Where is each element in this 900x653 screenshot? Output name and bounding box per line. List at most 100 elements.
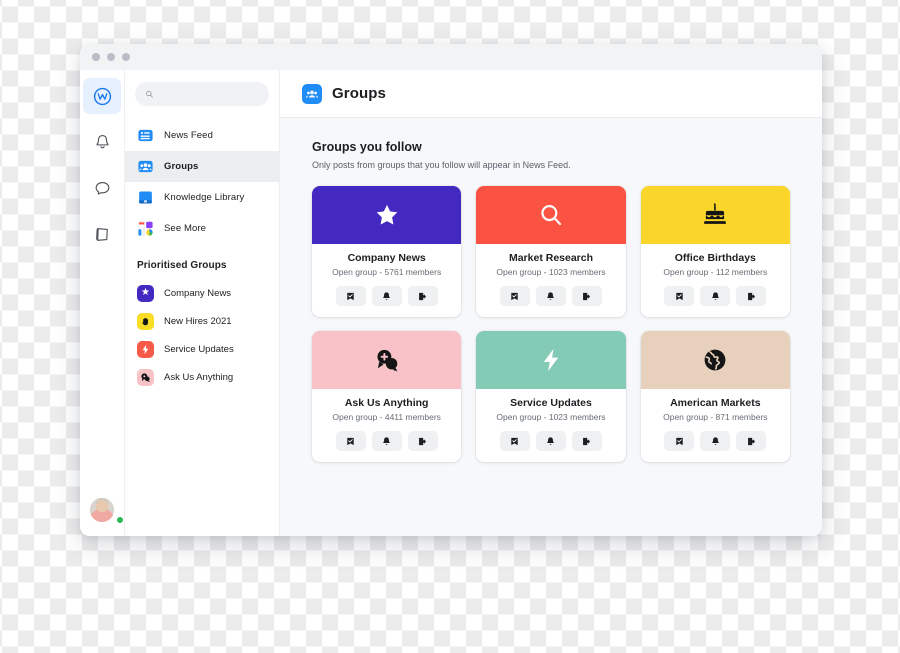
group-name: Ask Us Anything: [344, 397, 429, 409]
joined-icon[interactable]: [499, 286, 530, 306]
group-card-actions: [649, 286, 782, 306]
leave-group-icon[interactable]: [407, 431, 438, 451]
status-badge: [116, 516, 124, 524]
window-titlebar: [80, 44, 822, 70]
sidebar-item-label: See More: [164, 223, 206, 234]
rail-item-home[interactable]: [83, 78, 121, 114]
group-card-body: American Markets Open group - 871 member…: [641, 389, 790, 462]
avatar[interactable]: [90, 498, 114, 522]
groups-grid: Company News Open group - 5761 members M…: [312, 186, 790, 462]
news-feed-icon: [137, 127, 154, 144]
sidebar-item-see-more[interactable]: See More: [125, 213, 279, 244]
sidebar-item-knowledge-library[interactable]: Knowledge Library: [125, 182, 279, 213]
group-meta: Open group - 4411 members: [332, 412, 441, 422]
group-meta: Open group - 1023 members: [496, 412, 606, 422]
main-scroll-area: Groups you follow Only posts from groups…: [280, 118, 822, 536]
prioritised-group-label: New Hires 2021: [164, 315, 232, 327]
leave-group-icon[interactable]: [736, 286, 767, 306]
workplace-logo-icon: [93, 87, 111, 105]
group-card[interactable]: Market Research Open group - 1023 member…: [476, 186, 626, 317]
prioritised-group-service-updates[interactable]: Service Updates: [125, 335, 279, 363]
question-bubbles-icon: [137, 368, 154, 386]
group-cover: [312, 331, 462, 389]
bell-icon: [95, 134, 109, 148]
group-card[interactable]: American Markets Open group - 871 member…: [640, 331, 790, 462]
prioritised-group-label: Ask Us Anything: [164, 371, 234, 383]
group-name: Company News: [347, 252, 426, 264]
leave-group-icon[interactable]: [736, 431, 767, 451]
joined-icon[interactable]: [664, 286, 695, 306]
lightning-bolt-icon: [137, 340, 154, 358]
birthday-cake-icon: [704, 203, 727, 224]
window-minimize-button[interactable]: [107, 53, 115, 61]
window-close-button[interactable]: [92, 53, 100, 61]
group-name: Office Birthdays: [674, 252, 756, 264]
magnifier-icon: [541, 205, 562, 226]
search-input[interactable]: [159, 89, 259, 99]
star-icon: [376, 204, 397, 225]
sidebar-item-groups[interactable]: Groups: [125, 151, 279, 182]
page-title: Groups: [332, 85, 386, 102]
group-cover: [476, 331, 626, 389]
group-cover: [640, 331, 790, 389]
group-meta: Open group - 112 members: [663, 267, 768, 277]
question-bubbles-icon: [377, 349, 398, 372]
sidebar-item-label: Knowledge Library: [164, 192, 245, 203]
group-card[interactable]: Ask Us Anything Open group - 4411 member…: [312, 331, 462, 462]
leave-group-icon[interactable]: [571, 431, 602, 451]
lightning-bolt-icon: [543, 348, 559, 372]
window-content: News Feed Groups Knowledge Library See M…: [80, 70, 822, 536]
left-rail: [80, 70, 125, 536]
leave-group-icon[interactable]: [407, 286, 438, 306]
sidebar: News Feed Groups Knowledge Library See M…: [125, 70, 280, 536]
joined-icon[interactable]: [499, 431, 530, 451]
bell-icon[interactable]: [700, 286, 731, 306]
sidebar-item-news-feed[interactable]: News Feed: [125, 120, 279, 151]
prioritised-groups-title: Prioritised Groups: [137, 260, 227, 271]
app-window: News Feed Groups Knowledge Library See M…: [80, 44, 822, 536]
group-cover: [476, 186, 626, 244]
prioritised-group-ask-us-anything[interactable]: Ask Us Anything: [125, 363, 279, 391]
rail-item-chat[interactable]: [83, 170, 121, 206]
group-name: American Markets: [670, 397, 761, 409]
group-card-body: Company News Open group - 5761 members: [312, 244, 461, 317]
raised-hand-icon: [137, 312, 154, 330]
group-card-actions: [649, 431, 782, 451]
bell-icon[interactable]: [535, 286, 566, 306]
rail-item-knowledge[interactable]: [83, 216, 121, 252]
group-card-body: Office Birthdays Open group - 112 member…: [641, 244, 790, 317]
prioritised-group-label: Company News: [164, 287, 232, 299]
rail-item-notifications[interactable]: [83, 124, 121, 160]
groups-icon: [302, 83, 322, 104]
window-maximize-button[interactable]: [122, 53, 130, 61]
bell-icon[interactable]: [371, 286, 402, 306]
bell-icon[interactable]: [700, 431, 731, 451]
main-panel: Groups Groups you follow Only posts from…: [280, 70, 822, 536]
group-card[interactable]: Service Updates Open group - 1023 member…: [476, 331, 626, 462]
group-meta: Open group - 1023 members: [496, 267, 606, 277]
group-meta: Open group - 5761 members: [332, 267, 442, 277]
group-card[interactable]: Company News Open group - 5761 members: [312, 186, 462, 317]
search-box[interactable]: [135, 82, 269, 106]
group-cover: [312, 186, 462, 244]
group-name: Service Updates: [510, 397, 592, 409]
prioritised-group-new-hires-2021[interactable]: New Hires 2021: [125, 307, 279, 335]
joined-icon[interactable]: [664, 431, 695, 451]
group-card[interactable]: Office Birthdays Open group - 112 member…: [640, 186, 790, 317]
bell-icon[interactable]: [371, 431, 402, 451]
see-more-grid-icon: [137, 220, 154, 237]
group-card-body: Ask Us Anything Open group - 4411 member…: [312, 389, 461, 462]
knowledge-library-icon: [137, 189, 154, 206]
group-meta: Open group - 871 members: [663, 412, 768, 422]
prioritised-group-company-news[interactable]: ★ Company News: [125, 279, 279, 307]
globe-icon: [704, 349, 726, 371]
search-icon: [146, 90, 153, 98]
joined-icon[interactable]: [335, 431, 366, 451]
group-card-actions: [320, 431, 453, 451]
bell-icon[interactable]: [535, 431, 566, 451]
leave-group-icon[interactable]: [571, 286, 602, 306]
group-card-actions: [484, 431, 617, 451]
group-card-body: Market Research Open group - 1023 member…: [476, 244, 625, 317]
joined-icon[interactable]: [335, 286, 366, 306]
group-card-actions: [320, 286, 453, 306]
